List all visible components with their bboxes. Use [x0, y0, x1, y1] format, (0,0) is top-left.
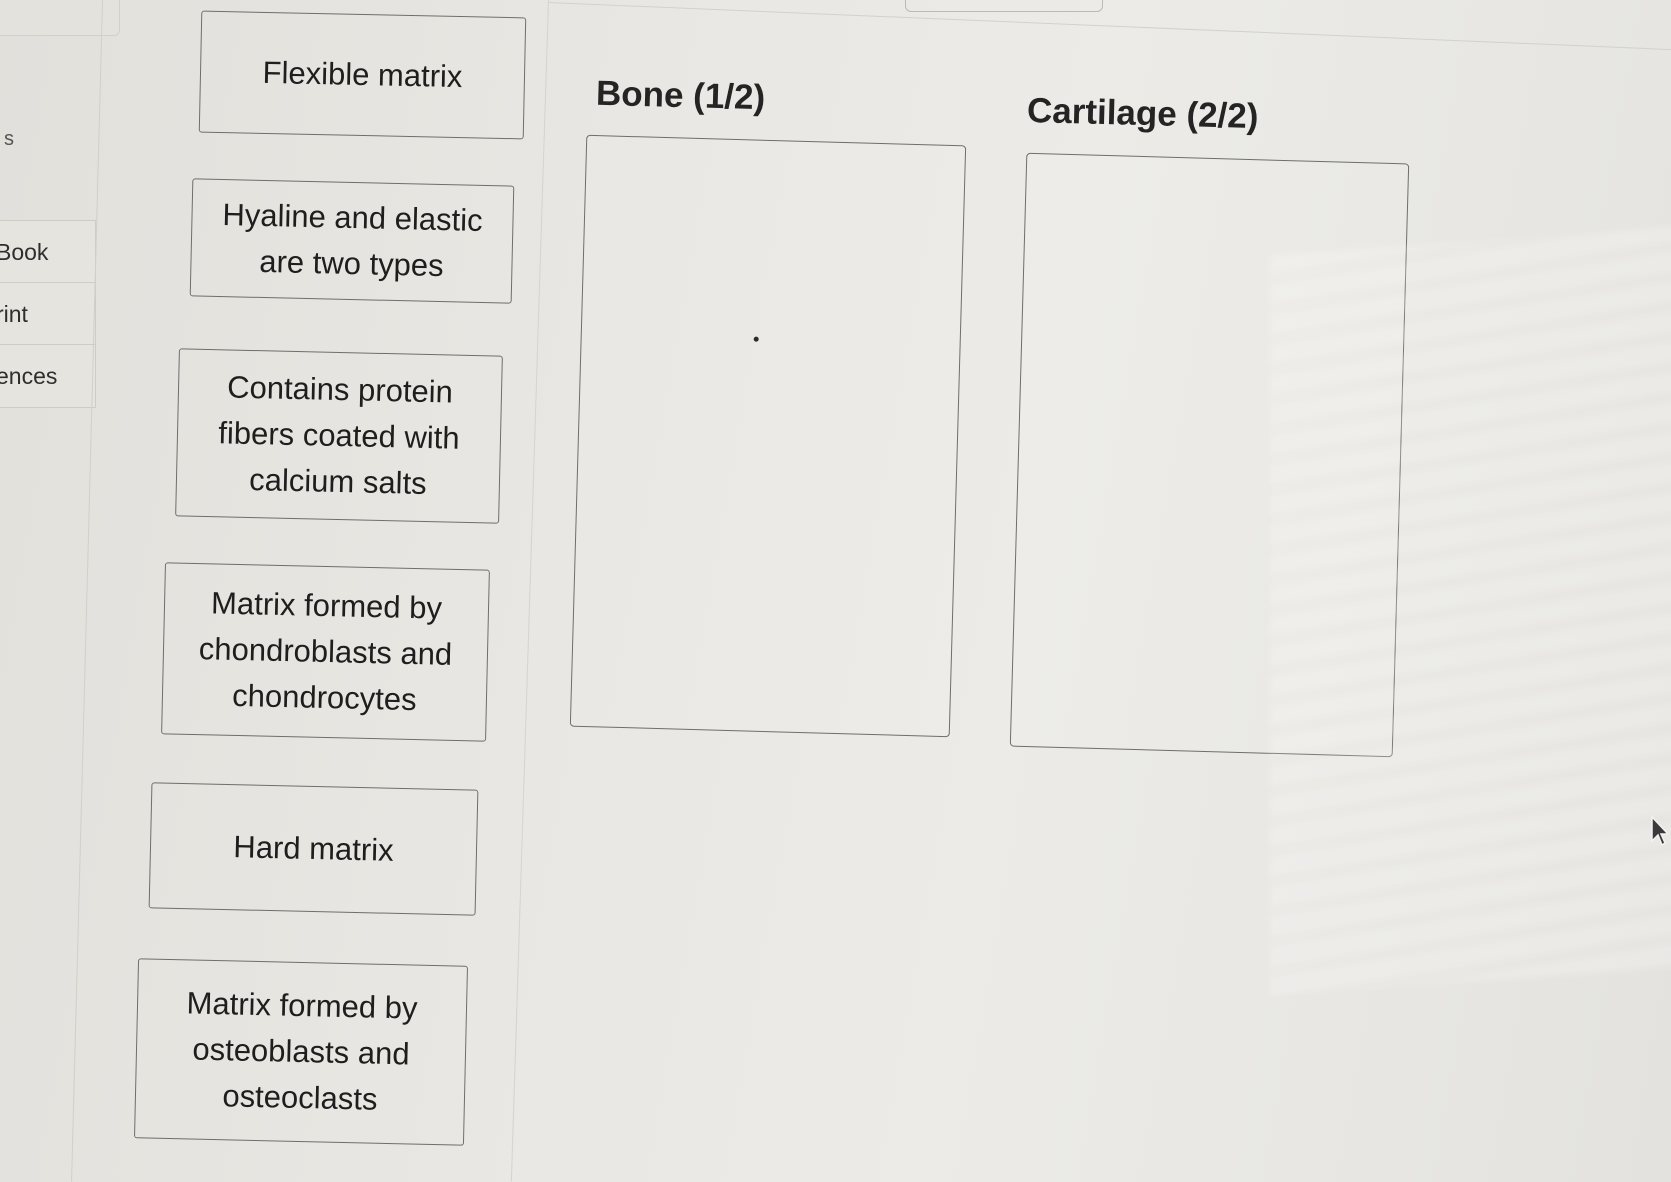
- answer-card-protein-fibers[interactable]: Contains protein fibers coated with calc…: [175, 348, 503, 524]
- answer-card-osteoblasts[interactable]: Matrix formed by osteoblasts and osteocl…: [134, 958, 468, 1146]
- answer-card-label: Hyaline and elastic are two types: [222, 197, 483, 284]
- answer-card-flexible-matrix[interactable]: Flexible matrix: [198, 10, 527, 140]
- column-divider: [510, 0, 549, 1182]
- sidebar-menu: Book rint ences: [0, 220, 96, 408]
- category-title-bone: Bone (1/2): [595, 73, 766, 118]
- answer-card-hyaline-elastic[interactable]: Hyaline and elastic are two types: [189, 178, 515, 304]
- sidebar-item-references[interactable]: ences: [0, 345, 95, 407]
- drop-marker: [753, 336, 759, 342]
- answer-card-label: Flexible matrix: [262, 54, 463, 95]
- dropzone-bone[interactable]: [569, 134, 967, 738]
- top-divider: [547, 2, 1671, 51]
- cut-off-text: s: [4, 128, 14, 150]
- dropzone-cartilage[interactable]: [1009, 152, 1410, 758]
- answer-card-label: Contains protein fibers coated with calc…: [218, 369, 460, 501]
- answer-card-label: Matrix formed by osteoblasts and osteocl…: [186, 985, 418, 1117]
- column-divider: [71, 0, 103, 1182]
- answer-card-hard-matrix[interactable]: Hard matrix: [148, 782, 479, 916]
- answer-card-label: Matrix formed by chondroblasts and chond…: [198, 585, 453, 718]
- category-title-cartilage: Cartilage (2/2): [1026, 90, 1259, 137]
- answer-card-chondroblasts[interactable]: Matrix formed by chondroblasts and chond…: [161, 562, 490, 742]
- sidebar-item-print[interactable]: rint: [0, 283, 95, 345]
- sidebar-item-ebook[interactable]: Book: [0, 221, 95, 283]
- drag-and-drop-activity: s Book rint ences Flexible matrix Hyalin…: [0, 0, 1671, 1182]
- top-tab: [905, 0, 1103, 12]
- mouse-pointer-icon: [1651, 815, 1670, 847]
- answer-card-label: Hard matrix: [233, 829, 394, 868]
